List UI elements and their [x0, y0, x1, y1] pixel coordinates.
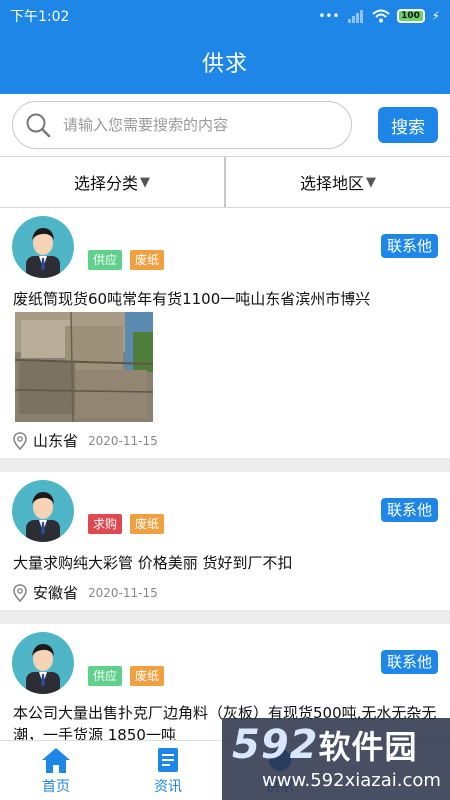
home-icon [42, 748, 70, 773]
search-input[interactable] [63, 116, 323, 134]
listing-card[interactable]: 求购 废纸 联系他 大量求购纯大彩管 价格美丽 货好到厂不扣 安徽省 2020-… [0, 472, 450, 610]
nav-label: 资讯 [154, 779, 182, 795]
watermark-brand-num: 592 [232, 722, 319, 768]
battery-icon: 100 [396, 9, 425, 23]
listing-photo[interactable] [15, 312, 153, 422]
news-icon [158, 748, 178, 772]
filter-row: 选择分类 ▼ 选择地区 ▼ [0, 156, 450, 208]
card-divider [0, 458, 450, 472]
category-tag: 废纸 [130, 514, 165, 534]
triangle-down-icon: ▼ [366, 174, 376, 190]
watermark: 592软件园 www.592xiazai.com [222, 718, 450, 800]
contact-button[interactable]: 联系他 [380, 234, 438, 258]
region-filter-label: 选择地区 [299, 174, 364, 193]
nav-label: 首页 [42, 779, 70, 795]
watermark-brand: 592软件园 [232, 722, 418, 768]
location-pin-icon [13, 431, 27, 450]
category-filter-label: 选择分类 [73, 174, 138, 193]
page-title: 供求 [201, 52, 248, 77]
watermark-url: www.592xiazai.com [262, 770, 441, 791]
card-divider [0, 610, 450, 624]
watermark-brand-cn: 软件园 [318, 728, 418, 766]
listing-card[interactable]: 供应 废纸 联系他 废纸筒现货60吨常年有货1100一吨山东省滨州市博兴 山东省… [0, 208, 450, 458]
avatar [12, 216, 74, 278]
listing-description: 大量求购纯大彩管 价格美丽 货好到厂不扣 [13, 554, 293, 572]
type-tag: 求购 [88, 514, 123, 534]
category-filter[interactable]: 选择分类 ▼ [0, 157, 224, 207]
dots-icon: ••• [318, 9, 340, 23]
avatar [12, 632, 74, 694]
triangle-down-icon: ▼ [140, 174, 150, 190]
status-icons: ••• 100 ⚡ [318, 9, 440, 23]
wifi-icon [371, 9, 390, 23]
search-box[interactable] [12, 101, 352, 149]
type-tag: 供应 [88, 666, 123, 686]
listing-province: 山东省 [33, 432, 79, 450]
nav-item-news[interactable]: 资讯 [112, 741, 224, 800]
signal-icon [347, 10, 363, 23]
type-tag: 供应 [88, 250, 123, 270]
listing-date: 2020-11-15 [88, 585, 158, 600]
contact-button[interactable]: 联系他 [380, 650, 438, 674]
listing-description: 废纸筒现货60吨常年有货1100一吨山东省滨州市博兴 [13, 290, 371, 308]
listing-location: 山东省 2020-11-15 [12, 430, 158, 451]
category-tag: 废纸 [130, 666, 165, 686]
status-bar: 下午1:02 ••• 100 ⚡ [0, 0, 450, 32]
region-filter[interactable]: 选择地区 ▼ [224, 157, 450, 207]
listing-location: 安徽省 2020-11-15 [12, 582, 158, 603]
search-icon [26, 113, 51, 138]
charging-icon: ⚡ [431, 9, 440, 23]
category-tag: 废纸 [130, 250, 165, 270]
search-row: 搜索 [0, 94, 450, 158]
location-pin-icon [13, 583, 27, 602]
listing-province: 安徽省 [33, 584, 79, 602]
status-time: 下午1:02 [10, 9, 70, 25]
avatar [12, 480, 74, 542]
listing-date: 2020-11-15 [88, 433, 158, 448]
contact-button[interactable]: 联系他 [380, 498, 438, 522]
top-bar: 下午1:02 ••• 100 ⚡ 供求 [0, 0, 450, 94]
nav-item-home[interactable]: 首页 [0, 741, 112, 800]
search-button[interactable]: 搜索 [378, 107, 438, 143]
